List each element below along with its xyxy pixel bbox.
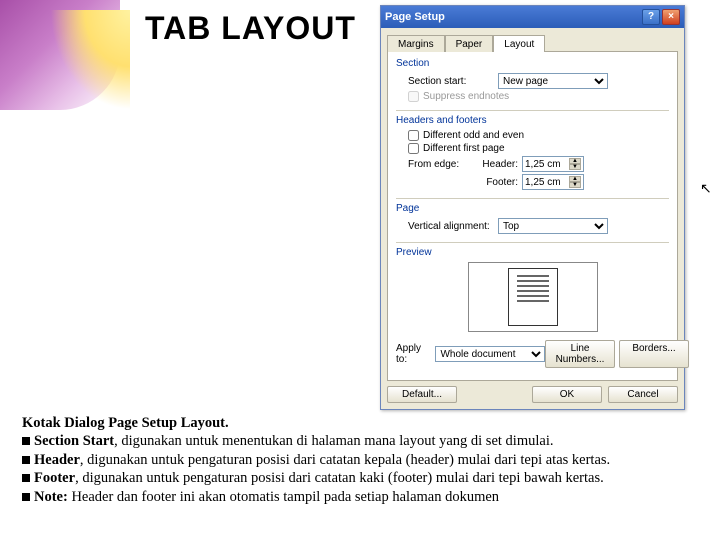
dialog-title: Page Setup [385,11,445,23]
group-headers-title: Headers and footers [396,115,669,126]
spinner-arrows-icon[interactable]: ▲▼ [569,176,581,188]
close-button[interactable]: × [662,9,680,25]
body-heading: Kotak Dialog Page Setup Layout. [22,415,229,431]
valign-label: Vertical alignment: [408,221,498,232]
group-page: Page Vertical alignment: Top [396,203,669,234]
from-edge-label: From edge: [408,159,468,170]
cursor-icon: ↖ [700,180,712,197]
footer-spinner[interactable]: 1,25 cm ▲▼ [522,174,584,190]
suppress-endnotes-checkbox [408,91,419,102]
footer-value: 1,25 cm [525,177,561,188]
dialog-titlebar[interactable]: Page Setup ? × [381,6,684,28]
group-preview: Preview [396,247,669,332]
line-numbers-button[interactable]: Line Numbers... [545,340,615,368]
spinner-arrows-icon[interactable]: ▲▼ [569,158,581,170]
separator [396,242,669,243]
bullet-icon [22,474,30,482]
header-spinner[interactable]: 1,25 cm ▲▼ [522,156,584,172]
diff-odd-even-checkbox[interactable] [408,130,419,141]
apply-to-label: Apply to: [396,343,431,365]
slide-decoration [0,0,120,110]
separator [396,198,669,199]
group-headers-footers: Headers and footers Different odd and ev… [396,115,669,190]
footer-label: Footer: [468,177,518,188]
group-preview-title: Preview [396,247,669,258]
header-label: Header: [468,159,518,170]
suppress-endnotes-label: Suppress endnotes [423,91,509,102]
preview-box [468,262,598,332]
valign-select[interactable]: Top [498,218,608,234]
dialog-panel: Section Section start: New page Suppress… [387,51,678,381]
group-section: Section Section start: New page Suppress… [396,58,669,102]
cancel-button[interactable]: Cancel [608,386,678,403]
bullet-icon [22,456,30,464]
ok-button[interactable]: OK [532,386,602,403]
bullet-icon [22,437,30,445]
apply-to-select[interactable]: Whole document [435,346,545,362]
group-section-title: Section [396,58,669,69]
page-setup-dialog: Page Setup ? × Margins Paper Layout Sect… [380,5,685,410]
diff-first-page-label: Different first page [423,143,505,154]
section-start-select[interactable]: New page [498,73,608,89]
borders-button[interactable]: Borders... [619,340,689,368]
diff-first-page-checkbox[interactable] [408,143,419,154]
section-start-label: Section start: [408,76,498,87]
body-text: Kotak Dialog Page Setup Layout. Section … [22,415,702,507]
diff-odd-even-label: Different odd and even [423,130,524,141]
preview-page-icon [508,268,558,326]
separator [396,110,669,111]
group-page-title: Page [396,203,669,214]
tab-layout[interactable]: Layout [493,35,545,52]
default-button[interactable]: Default... [387,386,457,403]
bullet-icon [22,493,30,501]
dialog-tabs: Margins Paper Layout [387,34,678,51]
help-button[interactable]: ? [642,9,660,25]
tab-margins[interactable]: Margins [387,35,445,52]
header-value: 1,25 cm [525,159,561,170]
tab-paper[interactable]: Paper [445,35,494,52]
slide-title: TAB LAYOUT [145,10,356,47]
